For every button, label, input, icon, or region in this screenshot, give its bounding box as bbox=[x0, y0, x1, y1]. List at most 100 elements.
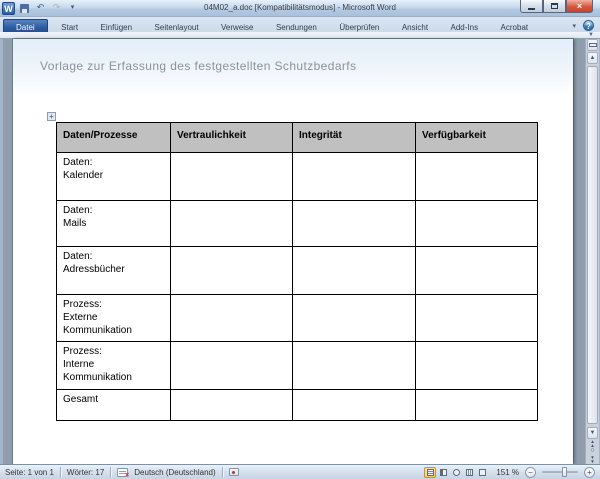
undo-button[interactable]: ↶ bbox=[34, 2, 47, 14]
table-cell[interactable] bbox=[415, 389, 538, 421]
minimize-button[interactable] bbox=[520, 0, 543, 13]
fullscreen-reading-view-button[interactable] bbox=[437, 467, 449, 478]
row-label-cell[interactable]: Gesamt bbox=[56, 389, 171, 421]
table-cell[interactable] bbox=[415, 341, 538, 390]
status-bar-right: 151 % − + bbox=[424, 465, 595, 479]
table-cell[interactable] bbox=[292, 389, 416, 421]
select-browse-object-button[interactable]: ○ bbox=[587, 447, 598, 455]
status-separator bbox=[110, 467, 112, 477]
ribbon-right-controls: ▾ ? bbox=[572, 20, 594, 31]
word-application-window: { "window": { "title": "04M02_a.doc [Kom… bbox=[0, 0, 600, 479]
print-layout-view-button[interactable] bbox=[424, 466, 437, 478]
table-cell[interactable] bbox=[415, 200, 538, 247]
proofing-status-icon[interactable]: × bbox=[117, 467, 130, 479]
draft-view-button[interactable] bbox=[476, 467, 488, 478]
ribbon-expand-icon[interactable]: ▼ bbox=[588, 32, 594, 38]
table-header-row: Daten/Prozesse Vertraulichkeit Integritä… bbox=[56, 122, 538, 153]
row-label-cell[interactable]: Daten: Adressbücher bbox=[56, 246, 171, 295]
row-label-cell[interactable]: Daten: Mails bbox=[56, 200, 171, 247]
web-layout-view-button[interactable] bbox=[450, 467, 462, 478]
save-icon bbox=[20, 4, 29, 13]
chevron-down-icon: ▼ bbox=[590, 458, 595, 464]
scrollbar-thumb[interactable] bbox=[587, 66, 598, 424]
table-row: Prozess: Interne Kommunikation bbox=[56, 341, 538, 390]
quick-access-toolbar: W ↶ ↷ ▾ bbox=[2, 1, 79, 15]
word-count[interactable]: Wörter: 17 bbox=[67, 467, 104, 477]
zoom-slider[interactable] bbox=[542, 467, 578, 477]
table-cell[interactable] bbox=[170, 341, 293, 390]
outline-icon bbox=[465, 468, 473, 476]
status-bar: Seite: 1 von 1 Wörter: 17 × Deutsch (Deu… bbox=[0, 464, 600, 479]
table-cell[interactable] bbox=[170, 389, 293, 421]
table-cell[interactable] bbox=[170, 246, 293, 295]
save-button[interactable] bbox=[18, 2, 31, 14]
table-cell[interactable] bbox=[415, 246, 538, 295]
next-page-button[interactable]: ▼ ▼ bbox=[587, 456, 598, 463]
zoom-level[interactable]: 151 % bbox=[496, 467, 519, 477]
help-icon[interactable]: ? bbox=[583, 20, 594, 31]
document-page[interactable]: Vorlage zur Erfassung des festgestellten… bbox=[13, 39, 573, 464]
maximize-icon bbox=[551, 3, 558, 9]
table-cell[interactable] bbox=[292, 152, 416, 201]
table-cell[interactable] bbox=[292, 341, 416, 390]
title-bar: W ↶ ↷ ▾ 04M02_a.doc [Kompatibilitätsmodu… bbox=[0, 0, 600, 17]
column-header-integritaet[interactable]: Integrität bbox=[292, 122, 416, 153]
zoom-in-button[interactable]: + bbox=[584, 466, 595, 478]
scroll-up-button[interactable]: ▲ bbox=[587, 52, 598, 64]
table-row: Daten: Mails bbox=[56, 200, 538, 247]
row-label-cell[interactable]: Prozess: Externe Kommunikation bbox=[56, 294, 171, 342]
table-row: Prozess: Externe Kommunikation bbox=[56, 294, 538, 342]
table-cell[interactable] bbox=[170, 152, 293, 201]
fullscreen-reading-icon bbox=[439, 468, 447, 476]
row-label-cell[interactable]: Prozess: Interne Kommunikation bbox=[56, 341, 171, 390]
table-row: Gesamt bbox=[56, 389, 538, 421]
word-logo-icon[interactable]: W bbox=[2, 1, 15, 15]
status-bar-left: Seite: 1 von 1 Wörter: 17 × Deutsch (Deu… bbox=[5, 465, 239, 479]
column-header-vertraulichkeit[interactable]: Vertraulichkeit bbox=[170, 122, 293, 153]
column-header-verfuegbarkeit[interactable]: Verfügbarkeit bbox=[415, 122, 538, 153]
document-heading[interactable]: Vorlage zur Erfassung des festgestellten… bbox=[40, 59, 356, 73]
qat-customize-dropdown[interactable]: ▾ bbox=[66, 2, 79, 14]
scroll-down-button[interactable]: ▼ bbox=[587, 427, 598, 439]
table-cell[interactable] bbox=[292, 200, 416, 247]
ruler-toggle-button[interactable] bbox=[587, 39, 598, 51]
table-cell[interactable] bbox=[415, 294, 538, 342]
maximize-button[interactable] bbox=[543, 0, 566, 13]
web-layout-icon bbox=[452, 468, 460, 476]
table-cell[interactable] bbox=[415, 152, 538, 201]
language-indicator[interactable]: Deutsch (Deutschland) bbox=[134, 467, 215, 477]
table-row: Daten: Adressbücher bbox=[56, 246, 538, 295]
table-cell[interactable] bbox=[292, 294, 416, 342]
minimize-icon bbox=[528, 7, 535, 10]
table-cell[interactable] bbox=[292, 246, 416, 295]
page-indicator[interactable]: Seite: 1 von 1 bbox=[5, 467, 54, 477]
ribbon-options-dropdown-icon[interactable]: ▾ bbox=[572, 22, 576, 30]
document-area: Vorlage zur Erfassung des festgestellten… bbox=[0, 39, 600, 464]
zoom-out-button[interactable]: − bbox=[525, 466, 536, 478]
collapsed-ribbon-strip: ▼ bbox=[0, 32, 600, 39]
redo-button[interactable]: ↷ bbox=[50, 2, 63, 14]
table-move-handle-icon[interactable]: + bbox=[47, 112, 56, 121]
vertical-scrollbar[interactable]: ▲ ▼ ▲ ▲ ○ ▼ ▼ bbox=[585, 39, 599, 464]
outline-view-button[interactable] bbox=[463, 467, 475, 478]
status-separator bbox=[59, 467, 61, 477]
view-shortcuts bbox=[424, 466, 488, 478]
draft-icon bbox=[478, 468, 486, 476]
column-header-daten-prozesse[interactable]: Daten/Prozesse bbox=[56, 122, 171, 153]
ribbon-tab-row: Datei Start Einfügen Seitenlayout Verwei… bbox=[0, 17, 600, 34]
row-label-cell[interactable]: Daten: Kalender bbox=[56, 152, 171, 201]
previous-page-button[interactable]: ▲ ▲ bbox=[587, 440, 598, 447]
table-row: Daten: Kalender bbox=[56, 152, 538, 201]
table-cell[interactable] bbox=[170, 200, 293, 247]
macro-record-icon[interactable] bbox=[228, 468, 239, 476]
table-cell[interactable] bbox=[170, 294, 293, 342]
ruler-icon bbox=[588, 43, 597, 47]
proofing-error-mark: × bbox=[125, 471, 130, 479]
status-separator bbox=[221, 467, 223, 477]
schutzbedarf-table: Daten/Prozesse Vertraulichkeit Integritä… bbox=[56, 122, 538, 421]
print-layout-icon bbox=[426, 468, 434, 476]
document-table-container: + Daten/Prozesse Vertraulichkeit Integri… bbox=[47, 112, 538, 421]
window-title: 04M02_a.doc [Kompatibilitätsmodus] - Mic… bbox=[204, 3, 396, 12]
close-button[interactable]: × bbox=[566, 0, 593, 13]
zoom-slider-thumb[interactable] bbox=[562, 467, 567, 477]
